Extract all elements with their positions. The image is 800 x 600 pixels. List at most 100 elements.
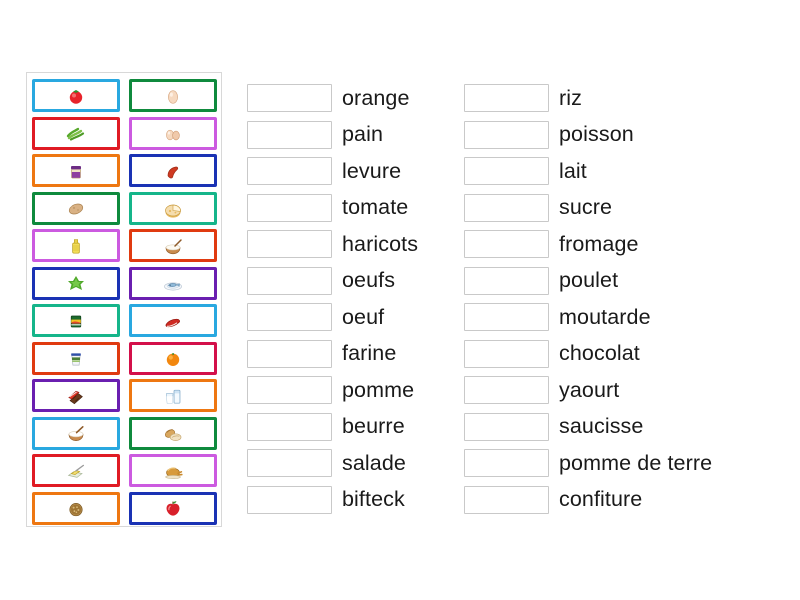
image-tile[interactable] <box>128 79 217 112</box>
butter-icon <box>65 461 87 481</box>
answer-drop-box[interactable] <box>464 266 549 295</box>
image-tile[interactable] <box>128 266 217 300</box>
image-tile[interactable] <box>128 116 217 150</box>
answer-drop-box[interactable] <box>464 193 549 222</box>
word-label: bifteck <box>342 487 405 511</box>
image-tile[interactable] <box>128 191 217 225</box>
match-row: farine <box>247 336 452 373</box>
answer-drop-box[interactable] <box>247 84 332 113</box>
answer-drop-box[interactable] <box>464 485 549 514</box>
word-label: lait <box>559 158 587 183</box>
image-tile-panel <box>26 72 222 527</box>
image-tile[interactable] <box>31 79 120 112</box>
word-label: pain <box>342 122 384 146</box>
word-label: oeuf <box>342 304 385 329</box>
word-label: farine <box>342 341 397 365</box>
answer-drop-box[interactable] <box>247 485 332 514</box>
match-row: bifteck <box>247 482 452 519</box>
sausage-icon <box>162 161 184 181</box>
match-row: orange <box>247 80 452 117</box>
answer-drop-box[interactable] <box>247 339 332 368</box>
answer-drop-box[interactable] <box>247 193 332 222</box>
answer-drop-box[interactable] <box>247 157 332 186</box>
word-label: haricots <box>342 231 419 256</box>
answer-drop-box[interactable] <box>464 449 549 478</box>
word-label: yaourt <box>559 377 620 402</box>
apple-icon <box>162 498 184 518</box>
word-label: poisson <box>559 122 634 146</box>
word-label: chocolat <box>559 341 640 365</box>
image-tile[interactable] <box>128 154 217 187</box>
image-tile[interactable] <box>31 229 120 262</box>
word-label: sucre <box>559 195 613 219</box>
image-tile[interactable] <box>128 416 217 450</box>
answer-drop-box[interactable] <box>464 230 549 259</box>
word-label: beurre <box>342 414 405 438</box>
word-label: orange <box>342 85 410 110</box>
image-tile[interactable] <box>128 341 217 375</box>
image-tile[interactable] <box>31 379 120 412</box>
answer-drop-box[interactable] <box>464 339 549 368</box>
match-row: levure <box>247 153 452 190</box>
image-tile[interactable] <box>31 116 120 150</box>
match-row: poisson <box>464 117 794 154</box>
egg-icon <box>162 86 184 106</box>
match-row: pomme de terre <box>464 445 794 482</box>
match-row: tomate <box>247 190 452 227</box>
image-tile[interactable] <box>31 454 120 487</box>
answer-drop-box[interactable] <box>247 376 332 405</box>
image-tile[interactable] <box>128 379 217 412</box>
image-tile[interactable] <box>31 341 120 375</box>
match-row: pomme <box>247 372 452 409</box>
match-row: sucre <box>464 190 794 227</box>
word-label: salade <box>342 450 406 475</box>
orange-icon <box>162 348 184 368</box>
answer-drop-box[interactable] <box>464 84 549 113</box>
answer-drop-box[interactable] <box>464 412 549 441</box>
word-column-right: riz poisson lait sucre fromage poulet moutarde… <box>464 80 794 518</box>
answer-drop-box[interactable] <box>464 303 549 332</box>
word-label: confiture <box>559 487 643 511</box>
sugar-bowl-icon <box>65 423 87 443</box>
answer-drop-box[interactable] <box>247 412 332 441</box>
image-tile[interactable] <box>31 266 120 300</box>
image-tile[interactable] <box>31 304 120 337</box>
match-row: poulet <box>464 263 794 300</box>
answer-drop-box[interactable] <box>247 266 332 295</box>
word-label: levure <box>342 158 402 183</box>
image-tile[interactable] <box>128 491 217 525</box>
answer-drop-box[interactable] <box>247 303 332 332</box>
green-beans-icon <box>65 123 87 143</box>
roast-chicken-icon <box>162 461 184 481</box>
answer-drop-box[interactable] <box>247 120 332 149</box>
answer-drop-box[interactable] <box>464 120 549 149</box>
match-row: oeufs <box>247 263 452 300</box>
bread-icon <box>162 423 184 443</box>
image-tile[interactable] <box>31 491 120 525</box>
answer-drop-box[interactable] <box>247 449 332 478</box>
word-column-left: orange pain levure tomate haricots oeufs oeuf f… <box>247 80 452 518</box>
match-row: chocolat <box>464 336 794 373</box>
image-tile[interactable] <box>128 454 217 487</box>
word-label: oeufs <box>342 268 396 292</box>
word-label: fromage <box>559 231 639 256</box>
cheese-wheel-icon <box>162 198 184 218</box>
image-tile[interactable] <box>128 304 217 337</box>
potato-icon <box>65 198 87 218</box>
match-row: lait <box>464 153 794 190</box>
word-label: poulet <box>559 268 619 292</box>
image-tile[interactable] <box>31 416 120 450</box>
answer-drop-box[interactable] <box>464 157 549 186</box>
image-tile[interactable] <box>31 154 120 187</box>
milk-glass-icon <box>162 386 184 406</box>
answer-drop-box[interactable] <box>247 230 332 259</box>
word-label: saucisse <box>559 414 644 438</box>
image-tile[interactable] <box>31 191 120 225</box>
match-row: pain <box>247 117 452 154</box>
answer-drop-box[interactable] <box>464 376 549 405</box>
image-tile[interactable] <box>128 229 217 262</box>
jam-jar-icon <box>65 161 87 181</box>
match-row: riz <box>464 80 794 117</box>
match-row: yaourt <box>464 372 794 409</box>
match-row: confiture <box>464 482 794 519</box>
